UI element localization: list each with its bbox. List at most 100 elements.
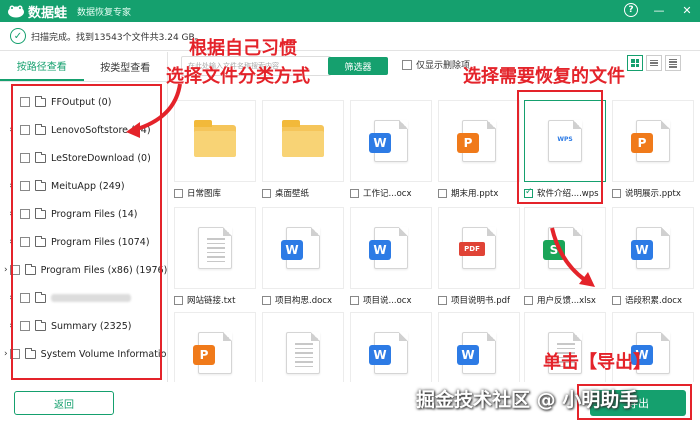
annotation-box-file (517, 90, 603, 204)
file-checkbox[interactable] (350, 188, 359, 198)
word-doc-icon: W (369, 332, 408, 374)
watermark: 掘金技术社区 @ 小明助手 (416, 389, 639, 411)
file-checkbox[interactable] (174, 295, 183, 305)
word-doc-icon: W (369, 227, 408, 269)
file-thumbnail[interactable] (174, 207, 256, 289)
back-button[interactable]: 返回 (14, 391, 114, 415)
scan-status: ✓ 扫描完成。找到13543个文件共3.24 GB。 (10, 26, 204, 46)
file-checkbox[interactable] (612, 188, 621, 198)
file-thumbnail[interactable]: W (350, 312, 432, 382)
file-thumbnail[interactable]: P (174, 312, 256, 382)
file-name: 日常图库 (187, 189, 222, 199)
file-checkbox[interactable] (350, 295, 359, 305)
file-name: 期末用.pptx (451, 189, 499, 199)
file-item[interactable]: W (350, 312, 432, 382)
check-circle-icon: ✓ (10, 28, 26, 44)
file-item[interactable]: W 项目说...ocx (350, 207, 432, 317)
scan-status-text: 扫描完成。找到13543个文件共3.24 GB。 (31, 32, 204, 43)
annotation-text: 选择文件分类方式 (166, 66, 310, 87)
pdf-doc-icon: PDF (459, 227, 496, 269)
annotation-text: 选择需要恢复的文件 (463, 66, 625, 87)
ppt-doc-icon: P (631, 120, 670, 162)
grid-view-icon[interactable] (627, 55, 643, 71)
file-item[interactable]: W (438, 312, 520, 382)
close-button[interactable]: ✕ (680, 3, 694, 17)
help-button[interactable]: ? (624, 3, 638, 17)
file-item[interactable] (262, 312, 344, 382)
file-thumbnail[interactable]: P (612, 100, 694, 182)
file-item[interactable]: W 工作记...ocx (350, 100, 432, 210)
file-checkbox[interactable] (438, 295, 447, 305)
detail-view-icon[interactable] (665, 55, 681, 71)
file-checkbox[interactable] (262, 295, 271, 305)
divider (0, 50, 700, 51)
annotation-text: 根据自己习惯 (189, 38, 297, 59)
file-checkbox[interactable] (438, 188, 447, 198)
file-name: 工作记...ocx (363, 189, 412, 199)
view-tabs: 按路径查看 按类型查看 (0, 52, 167, 82)
file-checkbox[interactable] (524, 295, 533, 305)
file-name: 语段积累.docx (625, 296, 683, 306)
file-item[interactable]: PDF 项目说明书.pdf (438, 207, 520, 317)
file-item[interactable]: P 期末用.pptx (438, 100, 520, 210)
file-name: 项目说...ocx (363, 296, 412, 306)
file-thumbnail[interactable]: S (524, 207, 606, 289)
tab-by-path[interactable]: 按路径查看 (0, 52, 84, 81)
chevron-right-icon[interactable]: › (4, 349, 8, 359)
file-thumbnail[interactable]: W (612, 207, 694, 289)
file-thumbnail[interactable]: W (350, 207, 432, 289)
file-name: 桌面壁纸 (275, 189, 310, 199)
file-thumbnail[interactable]: W (350, 100, 432, 182)
title-bar: 数据蛙 数据恢复专家 ? — ✕ (0, 0, 700, 22)
file-thumbnail[interactable]: P (438, 100, 520, 182)
file-type-badge: W (631, 240, 653, 260)
file-item[interactable]: W 项目构思.docx (262, 207, 344, 317)
filter-button[interactable]: 筛选器 (328, 57, 388, 75)
excel-doc-icon: S (543, 227, 582, 269)
file-item[interactable]: W 语段积累.docx (612, 207, 694, 317)
word-doc-icon: W (457, 332, 496, 374)
file-item[interactable]: 网站链接.txt (174, 207, 256, 317)
tab-by-type[interactable]: 按类型查看 (84, 52, 168, 81)
app-subtitle: 数据恢复专家 (77, 7, 132, 18)
file-checkbox[interactable] (262, 188, 271, 198)
file-type-badge: PDF (459, 242, 485, 256)
file-thumbnail[interactable] (262, 312, 344, 382)
file-name: 用户反馈...xlsx (537, 296, 596, 306)
file-item[interactable]: P 说明展示.pptx (612, 100, 694, 210)
text-doc-icon (198, 227, 232, 269)
file-thumbnail[interactable] (174, 100, 256, 182)
file-thumbnail[interactable]: PDF (438, 207, 520, 289)
folder-icon (282, 120, 324, 157)
file-type-badge: W (457, 345, 479, 365)
file-item[interactable]: S 用户反馈...xlsx (524, 207, 606, 317)
only-deleted-checkbox[interactable] (402, 59, 412, 70)
only-deleted-toggle[interactable]: 仅显示删除项 (402, 58, 470, 71)
file-thumbnail[interactable] (262, 100, 344, 182)
file-checkbox[interactable] (612, 295, 621, 305)
file-type-badge: P (193, 345, 215, 365)
only-deleted-label: 仅显示删除项 (416, 61, 471, 71)
file-checkbox[interactable] (174, 188, 183, 198)
file-type-badge: W (369, 133, 391, 153)
annotation-text: 单击【导出】 (543, 352, 651, 373)
file-item[interactable]: P (174, 312, 256, 382)
folder-icon (194, 120, 236, 157)
view-mode-switch (627, 55, 681, 71)
file-item[interactable]: 日常图库 (174, 100, 256, 210)
ppt-doc-icon: P (193, 332, 232, 374)
file-thumbnail[interactable]: W (262, 207, 344, 289)
file-type-badge: W (369, 240, 391, 260)
app-name: 数据蛙 (28, 5, 68, 21)
file-thumbnail[interactable]: W (438, 312, 520, 382)
file-item[interactable]: 桌面壁纸 (262, 100, 344, 210)
file-type-badge: W (281, 240, 303, 260)
file-type-badge: P (631, 133, 653, 153)
word-doc-icon: W (281, 227, 320, 269)
file-type-badge: P (457, 133, 479, 153)
file-type-badge: W (369, 345, 391, 365)
list-view-icon[interactable] (646, 55, 662, 71)
chevron-right-icon[interactable]: › (4, 265, 8, 275)
minimize-button[interactable]: — (652, 3, 666, 17)
text-doc-icon (286, 332, 320, 374)
